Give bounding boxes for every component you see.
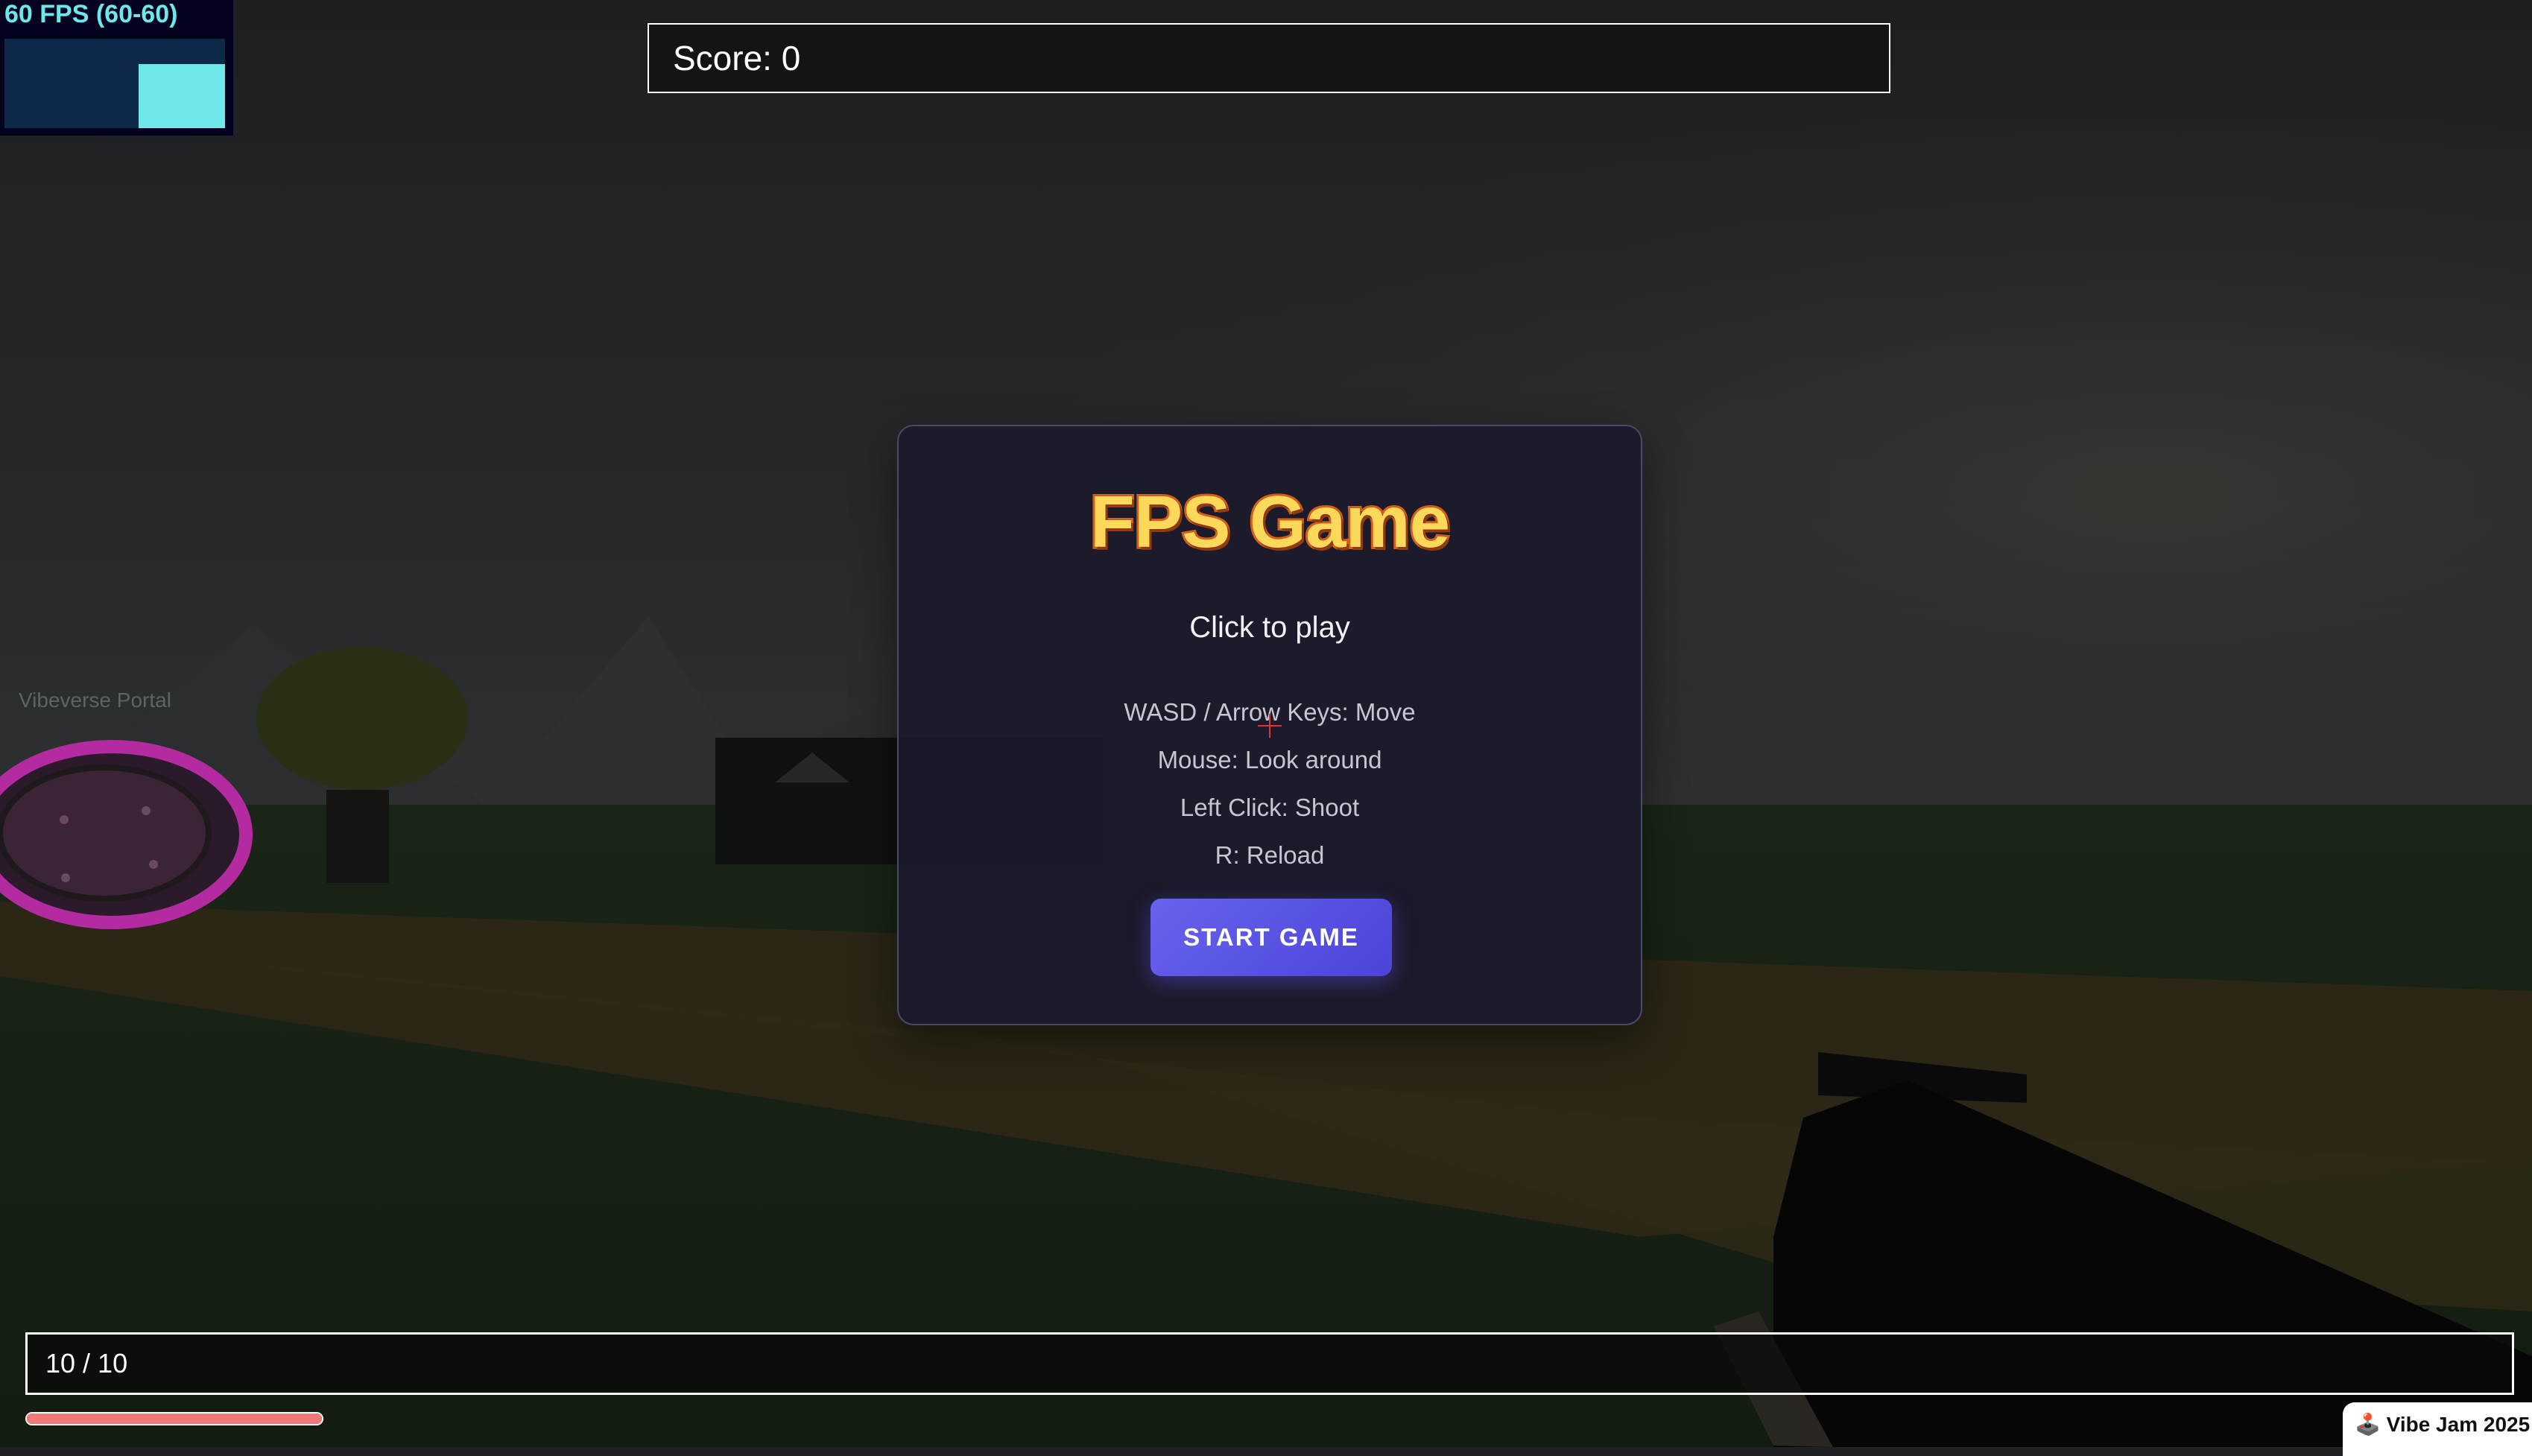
joystick-icon: 🕹️ xyxy=(2355,1413,2381,1436)
vibe-jam-label: Vibe Jam 2025 xyxy=(2386,1413,2531,1436)
portal-particle xyxy=(61,873,70,882)
health-bar xyxy=(25,1412,323,1425)
click-to-play-text: Click to play xyxy=(1189,611,1350,644)
portal-particle xyxy=(60,815,69,824)
fps-graph xyxy=(4,39,225,128)
fps-graph-bar xyxy=(139,63,225,128)
control-look: Mouse: Look around xyxy=(1157,746,1382,773)
portal-particle xyxy=(142,806,151,815)
fps-meter: 60 FPS (60-60) xyxy=(0,0,233,136)
portal-inner xyxy=(0,765,212,902)
control-reload: R: Reload xyxy=(1215,841,1325,869)
fps-readout: 60 FPS (60-60) xyxy=(4,0,178,28)
tree-canopy xyxy=(256,647,468,790)
health-bar-fill xyxy=(27,1414,322,1424)
tree-trunk xyxy=(326,790,389,883)
start-game-button[interactable]: START GAME xyxy=(1151,899,1392,976)
crosshair-icon xyxy=(1258,714,1282,738)
control-shoot: Left Click: Shoot xyxy=(1180,794,1360,821)
portal-particle xyxy=(149,860,158,869)
vibe-jam-badge[interactable]: 🕹️ Vibe Jam 2025 xyxy=(2343,1402,2532,1456)
portal-label: Vibeverse Portal xyxy=(19,689,171,712)
ammo-display: 10 / 10 xyxy=(25,1332,2514,1395)
score-display: Score: 0 xyxy=(648,23,1890,93)
game-title: FPS Game xyxy=(1088,478,1452,565)
